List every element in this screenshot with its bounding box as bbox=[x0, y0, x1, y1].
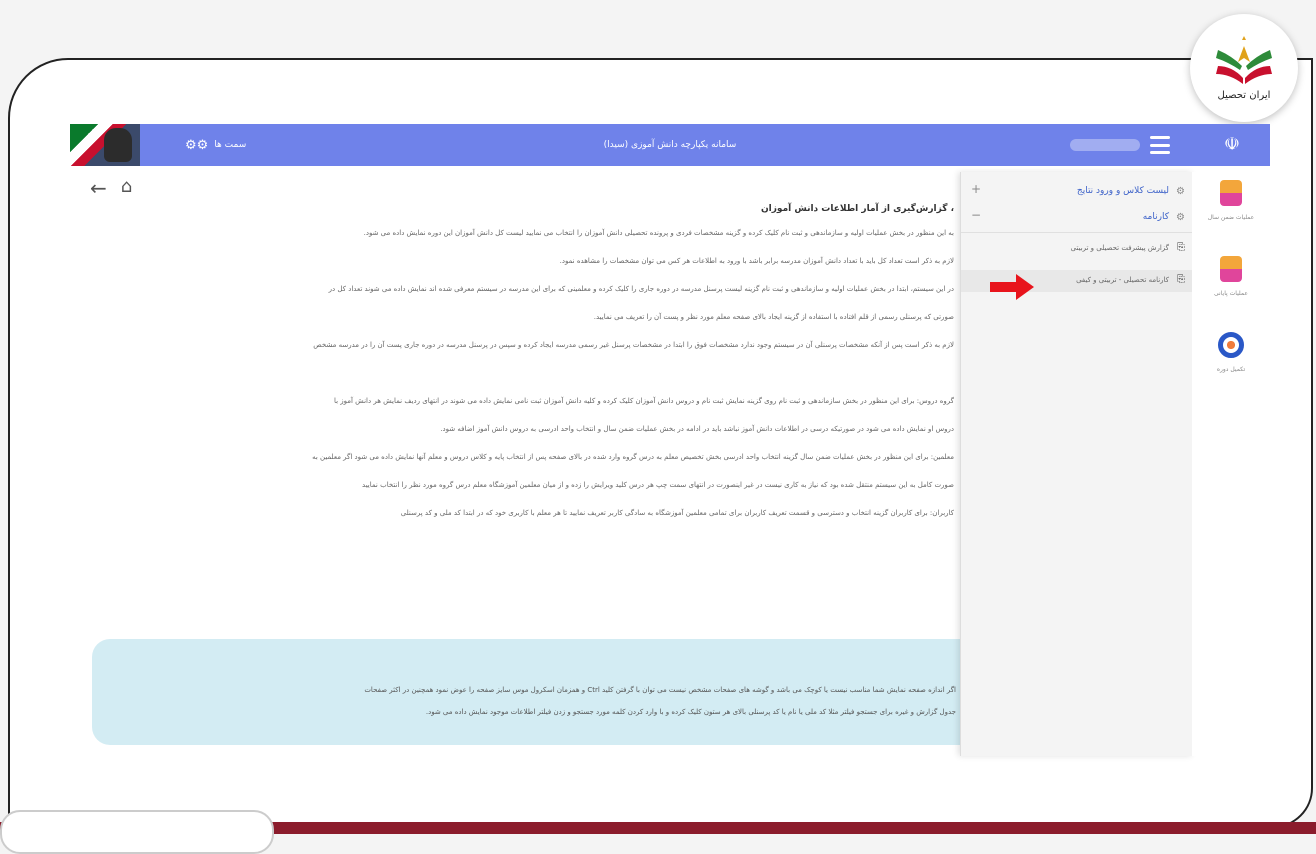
brand-emblem-icon bbox=[1216, 35, 1272, 84]
brand-logo: ایران تحصیل bbox=[1190, 14, 1298, 122]
database-icon bbox=[1220, 256, 1242, 282]
database-icon bbox=[1220, 180, 1242, 206]
document-icon: ⎘ bbox=[1177, 242, 1185, 253]
gear-icon: ⚙ bbox=[1176, 212, 1185, 223]
document-icon: ⎘ bbox=[1177, 274, 1185, 285]
sidebar-item-in-year-operations[interactable]: عملیات ضمن سال bbox=[1192, 180, 1270, 221]
main-content: گزارش‌گیری از آمار اطلاعات دانش آموزان ،… bbox=[70, 204, 960, 534]
info-box: اگر اندازه صفحه نمایش شما مناسب نیست یا … bbox=[92, 639, 962, 745]
gear-icon: ⚙ bbox=[1176, 186, 1185, 197]
collapse-icon[interactable]: − bbox=[971, 208, 981, 222]
subitem-label: گزارش پیشرفت تحصیلی و تربیتی bbox=[1070, 244, 1169, 252]
paragraph bbox=[70, 366, 954, 380]
paragraph: دروس او نمایش داده می شود در صورتیکه درس… bbox=[440, 425, 954, 433]
sidebar-item-final-operations[interactable]: عملیات پایانی bbox=[1192, 256, 1270, 297]
arrow-left-icon[interactable]: ← bbox=[90, 176, 107, 200]
iran-emblem-icon: ☫ bbox=[1223, 134, 1241, 155]
submenu-item-label: کارنامه bbox=[1142, 212, 1169, 222]
gear-icon bbox=[1218, 332, 1244, 358]
sidebar-item-term-completion[interactable]: تکمیل دوره bbox=[1192, 332, 1270, 373]
roles-label: سمت ها bbox=[214, 140, 247, 150]
paragraph: صورت کامل به این سیستم منتقل شده بود که … bbox=[362, 481, 954, 489]
roles-icon: ⚙⚙ bbox=[185, 137, 209, 153]
hamburger-menu-icon[interactable] bbox=[1150, 136, 1170, 154]
sidebar-item-label: عملیات ضمن سال bbox=[1207, 214, 1255, 221]
brand-name: ایران تحصیل bbox=[1217, 89, 1271, 101]
submenu-item-label: لیست کلاس و ورود نتایج bbox=[1076, 186, 1169, 196]
nav-row: ← ⌂ bbox=[90, 176, 132, 200]
app-title: سامانه یکپارچه دانش آموزی (سیدا) bbox=[603, 140, 737, 150]
report-submenu: + لیست کلاس و ورود نتایج ⚙ − کارنامه ⚙ گ… bbox=[960, 172, 1193, 756]
paragraph: کاربران: برای کاربران گزینه انتخاب و دست… bbox=[400, 509, 954, 517]
sidebar-item-label: عملیات پایانی bbox=[1214, 290, 1248, 297]
sidebar-item-label: تکمیل دوره bbox=[1216, 366, 1246, 373]
subitem-label: کارنامه تحصیلی - تربیتی و کیفی bbox=[1076, 276, 1169, 284]
paragraph: در این سیستم، ابتدا در بخش عملیات اولیه … bbox=[328, 285, 954, 293]
paragraph: صورتی که پرسنلی رسمی از قلم افتاده با اس… bbox=[593, 313, 954, 321]
app-header: ⚙⚙ سمت ها سامانه یکپارچه دانش آموزی (سید… bbox=[70, 124, 1270, 166]
paragraph: گروه دروس: برای این منظور در بخش سازماند… bbox=[333, 397, 954, 405]
submenu-subitem-progress-report[interactable]: گزارش پیشرفت تحصیلی و تربیتی ⎘ bbox=[961, 238, 1193, 260]
leader-portrait bbox=[70, 124, 140, 166]
content-heading: گزارش‌گیری از آمار اطلاعات دانش آموزان ، bbox=[760, 204, 954, 214]
paragraph: لازم به ذکر است تعداد کل باید با تعداد د… bbox=[559, 257, 954, 265]
red-arrow-icon bbox=[990, 274, 1034, 300]
submenu-item-class-list[interactable]: + لیست کلاس و ورود نتایج ⚙ bbox=[961, 180, 1193, 206]
expand-icon[interactable]: + bbox=[971, 182, 981, 196]
paragraph: به این منظور در بخش عملیات اولیه و سازما… bbox=[363, 229, 954, 237]
submenu-item-report-card[interactable]: − کارنامه ⚙ bbox=[961, 206, 1193, 233]
home-icon[interactable]: ⌂ bbox=[121, 176, 132, 200]
footer-pill bbox=[0, 810, 274, 854]
info-line: اگر اندازه صفحه نمایش شما مناسب نیست یا … bbox=[364, 686, 956, 694]
app-screen: ⚙⚙ سمت ها سامانه یکپارچه دانش آموزی (سید… bbox=[70, 124, 1270, 756]
info-line: جدول گزارش و غیره برای جستجو فیلتر مثلا … bbox=[425, 708, 956, 716]
module-sidebar: عملیات ضمن سال عملیات پایانی تکمیل دوره bbox=[1192, 172, 1270, 756]
paragraph: لازم به ذکر است پس از آنکه مشخصات پرسنلی… bbox=[313, 341, 954, 349]
roles-menu[interactable]: ⚙⚙ سمت ها bbox=[185, 136, 246, 154]
paragraph: معلمین: برای این منظور در بخش عملیات ضمن… bbox=[312, 453, 954, 461]
user-name-blurred[interactable] bbox=[1070, 139, 1140, 151]
